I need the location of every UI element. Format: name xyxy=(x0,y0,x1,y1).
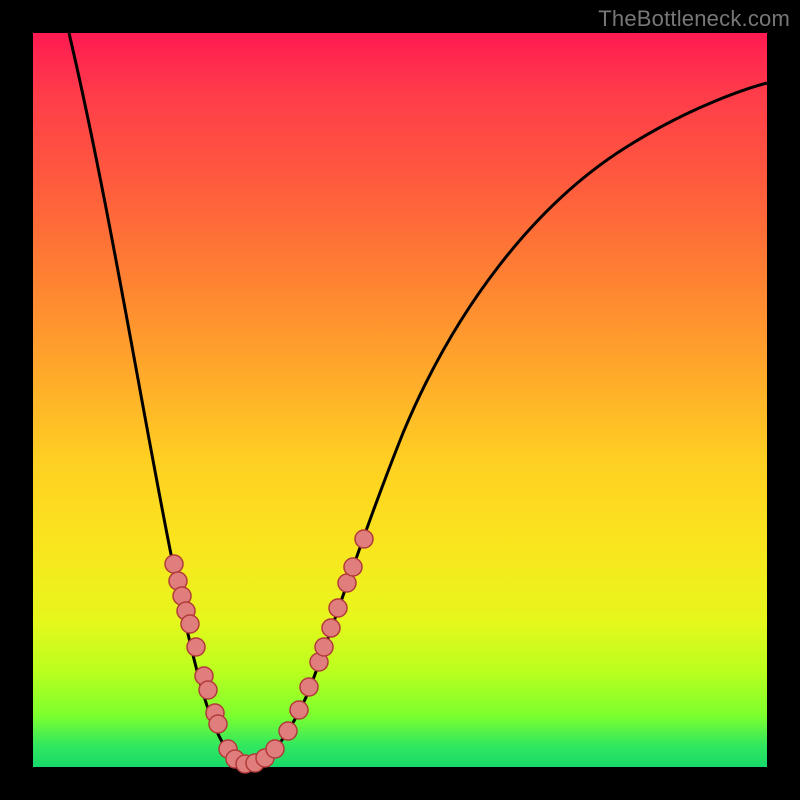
marker-dot xyxy=(187,638,205,656)
chart-frame: TheBottleneck.com xyxy=(0,0,800,800)
plot-area xyxy=(33,33,767,767)
marker-dot xyxy=(181,615,199,633)
marker-dot xyxy=(209,715,227,733)
marker-dot xyxy=(300,678,318,696)
marker-dot xyxy=(279,722,297,740)
curve-layer xyxy=(33,33,767,767)
marker-dot xyxy=(322,619,340,637)
marker-group xyxy=(165,530,373,773)
marker-dot xyxy=(329,599,347,617)
marker-dot xyxy=(315,638,333,656)
marker-dot xyxy=(165,555,183,573)
marker-dot xyxy=(290,701,308,719)
marker-dot xyxy=(266,740,284,758)
watermark-text: TheBottleneck.com xyxy=(598,6,790,32)
marker-dot xyxy=(355,530,373,548)
marker-dot xyxy=(199,681,217,699)
marker-dot xyxy=(344,558,362,576)
bottleneck-curve xyxy=(69,33,767,764)
